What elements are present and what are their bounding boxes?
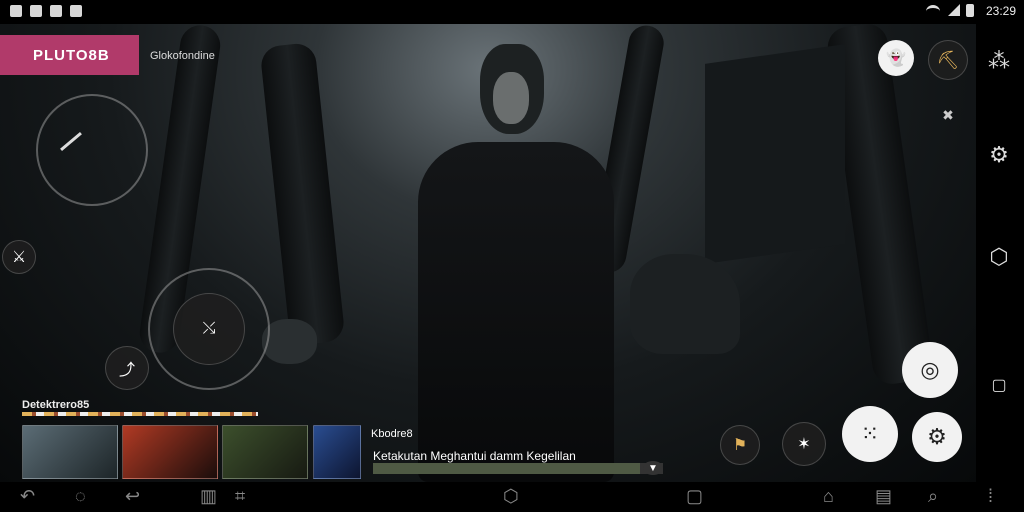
feed-subtitle [22, 412, 258, 416]
settings-icon[interactable]: ⚙ [986, 142, 1012, 168]
brand-logo: PLUTO8B [33, 47, 110, 64]
flag-icon[interactable]: ⚑ [720, 425, 760, 465]
recent-icon[interactable]: ▢ [686, 486, 703, 507]
feed-title: Detektrero85 [22, 399, 90, 411]
dpad-center[interactable]: ⤯ [173, 293, 245, 365]
shield-icon[interactable]: ⬡ [986, 244, 1012, 270]
feed-progress-fill [373, 463, 640, 474]
feed-progress[interactable] [373, 463, 663, 474]
nodes-icon[interactable]: ⁙ [842, 406, 898, 462]
feed-tag: Kbodre8 [371, 428, 413, 440]
character-body [418, 142, 614, 482]
image-icon [30, 5, 42, 17]
pickaxe-icon[interactable]: ⛏ [928, 40, 968, 80]
home-icon[interactable]: ◌ [75, 486, 86, 507]
home-center-icon[interactable]: ⬡ [503, 486, 519, 507]
apps-icon[interactable]: ⌗ [235, 486, 245, 507]
star-icon[interactable]: ✶ [782, 422, 826, 466]
undo-icon[interactable]: ↩ [125, 486, 140, 507]
battery-icon [966, 4, 974, 17]
clock: 23:29 [985, 4, 1016, 18]
search-icon[interactable]: ⌕ [928, 486, 938, 507]
thumbnail-1[interactable] [22, 425, 118, 479]
feed-caption: Ketakutan Meghantui damm Kegelilan [373, 449, 576, 463]
thumbnail-2[interactable] [122, 425, 218, 479]
window-icon[interactable]: ▥ [200, 486, 217, 507]
sword-icon[interactable]: ⚔ [2, 240, 36, 274]
signal-icon [948, 4, 960, 16]
dropdown-icon[interactable]: ▼ [643, 461, 663, 475]
square-icon[interactable]: ▢ [986, 372, 1012, 398]
left-joystick[interactable] [36, 94, 148, 206]
thumbnail-3[interactable] [222, 425, 308, 479]
notification-icon [70, 5, 82, 17]
wifi-icon [926, 5, 940, 18]
back-icon[interactable]: ↶ [20, 486, 35, 507]
more-icon[interactable]: ⁞ [988, 486, 993, 507]
gallery-icon [50, 5, 62, 17]
ghost-icon[interactable]: 👻 [878, 40, 914, 76]
character-face [493, 72, 529, 124]
bomb-icon[interactable]: ◎ [902, 342, 958, 398]
library-icon[interactable]: ⌂ [823, 486, 834, 507]
bow-icon[interactable]: ⤴ [105, 346, 149, 390]
stack-icon[interactable]: ▤ [875, 486, 892, 507]
photo-icon [10, 5, 22, 17]
status-bar: 23:29 [0, 0, 1024, 24]
thumbnail-4[interactable] [313, 425, 361, 479]
close-icon[interactable]: ✖ [938, 105, 958, 125]
channel-text: Glokofondine [150, 50, 215, 62]
share-icon[interactable]: ⁂ [986, 48, 1012, 74]
gear-icon[interactable]: ⚙ [912, 412, 962, 462]
